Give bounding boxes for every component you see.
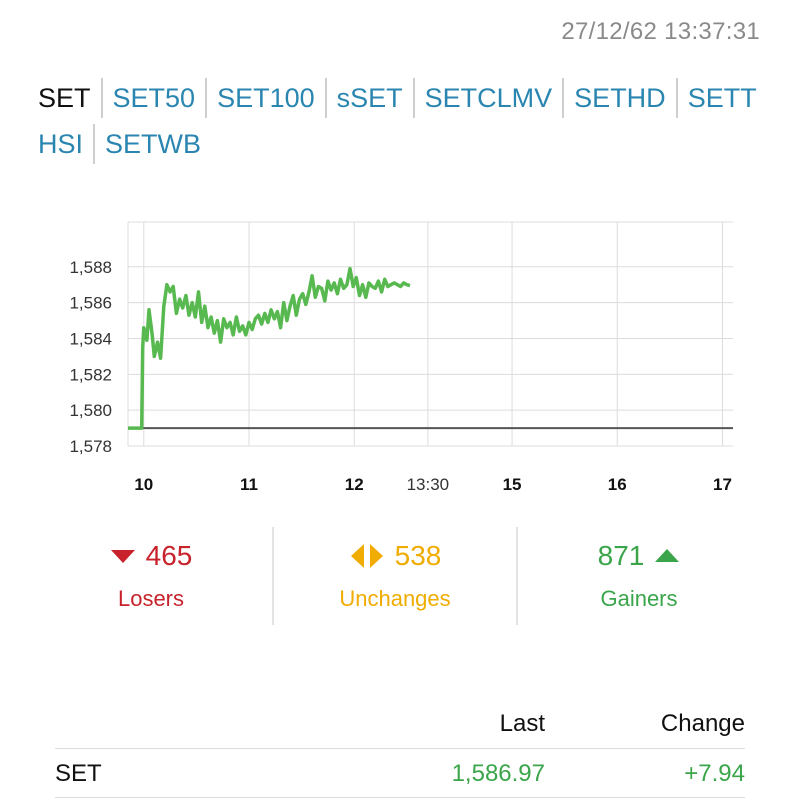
tab-sethd[interactable]: SETHD [562,78,676,118]
index-change: +7.94 [684,760,745,787]
y-tick-label: 1,586 [69,294,112,313]
y-tick-label: 1,582 [69,365,112,384]
left-right-triangle-icon [350,544,383,568]
tab-sett[interactable]: SETT [675,78,767,118]
gainers-count: 871 [597,540,645,571]
y-tick-label: 1,584 [69,329,112,348]
x-tick-label: 12 [345,475,364,494]
tab-set50[interactable]: SET50 [100,78,206,118]
table-row[interactable]: SET 1,586.97 +7.94 [55,748,745,799]
y-tick-label: 1,580 [69,401,112,420]
unchanges-stat: 538 Unchanges [272,527,516,625]
change-column-header: Change [660,710,745,737]
index-last: 1,586.97 [451,760,545,787]
gainers-label: Gainers [600,586,678,611]
tab-setclmv[interactable]: SETCLMV [412,78,563,118]
tab-set[interactable]: SET [38,78,101,118]
table-bottom-divider [55,797,745,798]
unchanges-label: Unchanges [339,586,451,611]
table-header: Last Change [55,700,745,748]
index-tabs: SET SET50 SET100 sSET SETCLMV SETHD SETT… [38,78,768,164]
x-tick-label: 13:30 [407,475,450,494]
gainers-stat: 871 Gainers [516,527,760,625]
x-tick-label: 15 [503,475,522,494]
losers-stat: 465 Losers [30,527,272,625]
tab-hsi[interactable]: HSI [38,124,93,164]
y-tick-label: 1,588 [69,258,112,277]
timestamp: 27/12/62 13:37:31 [561,18,760,45]
tab-set100[interactable]: SET100 [205,78,325,118]
market-breadth: 465 Losers 538 Unchanges 871 Gainers [30,527,760,625]
x-tick-label: 10 [134,475,153,494]
index-price-line [128,266,411,430]
down-triangle-icon [110,550,135,563]
losers-count: 465 [145,540,193,571]
tab-setwb[interactable]: SETWB [93,124,211,164]
losers-label: Losers [117,586,185,611]
last-column-header: Last [499,710,545,737]
index-name: SET [55,760,102,787]
x-tick-label: 17 [713,475,732,494]
index-chart-svg: 1,578 1,580 1,582 1,584 1,586 1,588 10 11 12 13:3… [69,221,733,494]
index-table: Last Change SET 1,586.97 +7.94 [55,700,745,799]
y-tick-label: 1,578 [69,437,112,456]
x-tick-label: 11 [240,475,258,494]
index-chart: 1,578 1,580 1,582 1,584 1,586 1,588 10 11 12 13:3… [0,200,800,510]
up-triangle-icon [655,549,680,562]
x-tick-label: 16 [608,475,627,494]
tab-sset[interactable]: sSET [324,78,413,118]
unchanges-count: 538 [394,540,442,571]
